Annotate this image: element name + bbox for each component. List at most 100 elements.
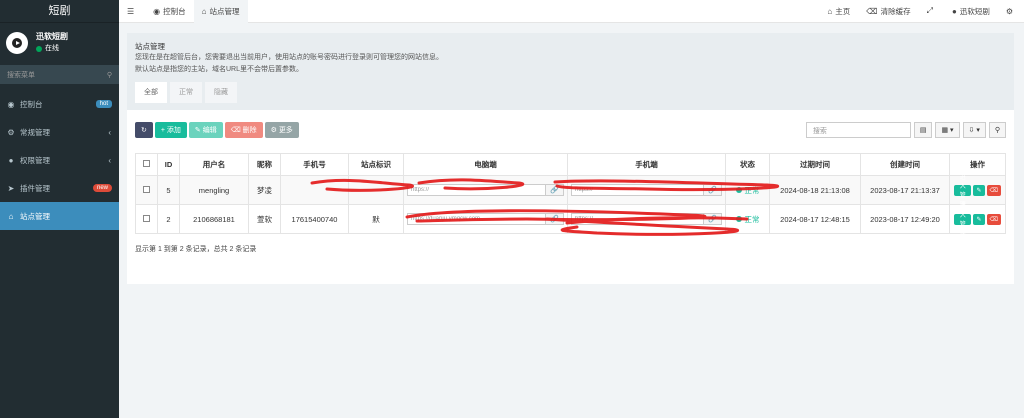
cell-username: mengling bbox=[179, 175, 249, 205]
col-created[interactable]: 创建时间 bbox=[860, 153, 950, 176]
cell-id: 2 bbox=[157, 204, 180, 234]
edit-button[interactable]: ✎ 编辑 bbox=[188, 122, 223, 138]
user-menu[interactable]: ● 迅软短剧 bbox=[944, 0, 998, 23]
delete-row-button[interactable]: ⌫ bbox=[986, 184, 1001, 196]
gear-icon: ⚙ bbox=[1005, 6, 1013, 16]
group-icon: ● bbox=[8, 155, 14, 165]
select-all-checkbox[interactable] bbox=[135, 153, 158, 176]
refresh-button[interactable]: ↻ bbox=[135, 122, 153, 138]
toggle-view-button[interactable]: ▤ bbox=[913, 122, 933, 138]
link-icon[interactable]: 🔗 bbox=[703, 185, 721, 195]
sidebar-item-auth[interactable]: ● 权限管理 ‹ bbox=[0, 146, 119, 174]
hamburger-icon: ☰ bbox=[127, 6, 135, 16]
site-panel: 站点管理 您现在是在超管后台，您需要退出当前用户，使用站点的账号密码进行登录则可… bbox=[127, 33, 1014, 284]
cell-mobile-url: https://🔗 bbox=[567, 204, 726, 234]
checkbox-icon bbox=[143, 160, 150, 167]
col-expire[interactable]: 过期时间 bbox=[769, 153, 861, 176]
content-area: 站点管理 您现在是在超管后台，您需要退出当前用户，使用站点的账号密码进行登录则可… bbox=[119, 23, 1024, 418]
col-nickname[interactable]: 昵称 bbox=[248, 153, 281, 176]
columns-icon: ▦ ▾ bbox=[941, 127, 954, 134]
advanced-search-button[interactable]: ⚲ bbox=[988, 122, 1006, 138]
link-icon[interactable]: 🔗 bbox=[545, 214, 563, 224]
tab-dashboard[interactable]: ◉ 控制台 bbox=[145, 0, 193, 23]
checkbox-icon bbox=[143, 214, 150, 222]
refresh-icon: ↻ bbox=[141, 127, 147, 134]
mobile-url-field[interactable]: https://🔗 bbox=[571, 213, 722, 225]
hot-badge: hot bbox=[95, 100, 112, 108]
expand-icon: ⤢ bbox=[926, 6, 933, 15]
col-phone[interactable]: 手机号 bbox=[280, 153, 349, 176]
cell-pc-url: https://🔗 bbox=[403, 175, 568, 205]
delete-button[interactable]: ⌫ 删除 bbox=[224, 122, 263, 138]
settings-button[interactable]: ⚙ bbox=[998, 0, 1024, 23]
pencil-icon: ✎ bbox=[976, 187, 982, 194]
pencil-icon: ✎ bbox=[976, 216, 982, 223]
panel-description: 您现在是在超管后台，您需要退出当前用户，使用站点的账号密码进行登录则可管理您的网… bbox=[135, 54, 443, 61]
sidebar-search-input[interactable]: 搜索菜单 ⚲ bbox=[0, 65, 119, 84]
dashboard-icon: ◉ bbox=[153, 6, 161, 16]
new-badge: new bbox=[92, 184, 112, 192]
sidebar-item-site[interactable]: ⌂ 站点管理 bbox=[0, 202, 119, 230]
trash-icon: ⌫ bbox=[989, 216, 998, 223]
tab-hidden[interactable]: 隐藏 bbox=[205, 82, 237, 103]
tab-normal[interactable]: 正常 bbox=[170, 82, 202, 103]
table-row[interactable]: 5 mengling 梦凌 https://🔗 https://🔗 正常 202… bbox=[135, 175, 1006, 208]
pencil-icon: ✎ bbox=[194, 127, 203, 134]
add-button[interactable]: + 添加 bbox=[154, 122, 187, 138]
col-status[interactable]: 状态 bbox=[725, 153, 770, 176]
col-sign[interactable]: 站点标识 bbox=[348, 153, 404, 176]
table-row[interactable]: 2 2106868181 萱软 17615400740 默 https://du… bbox=[135, 204, 1006, 237]
tab-site-management[interactable]: ⌂ 站点管理 bbox=[193, 0, 248, 23]
row-checkbox[interactable] bbox=[135, 204, 158, 234]
home-link[interactable]: ⌂ 主页 bbox=[819, 0, 858, 23]
manage-button[interactable]: 进入管理 bbox=[954, 204, 972, 237]
pc-url-field[interactable]: https://duanju.ymqcw.com 🔗 bbox=[407, 213, 564, 225]
checkbox-icon bbox=[143, 185, 150, 193]
cell-expire: 2024-08-17 12:48:15 bbox=[769, 204, 861, 234]
play-icon bbox=[12, 38, 22, 48]
table-search-input[interactable]: 搜索 bbox=[805, 122, 911, 138]
col-id[interactable]: ID bbox=[157, 153, 180, 176]
menu-toggle-button[interactable]: ☰ bbox=[119, 0, 145, 23]
sidebar-item-addon[interactable]: ➤ 插件管理 new bbox=[0, 174, 119, 202]
status-dot-icon bbox=[735, 187, 742, 193]
delete-row-button[interactable]: ⌫ bbox=[986, 213, 1001, 225]
user-panel: 迅软短剧 在线 bbox=[0, 23, 119, 63]
panel-header: 站点管理 您现在是在超管后台，您需要退出当前用户，使用站点的账号密码进行登录则可… bbox=[127, 33, 1014, 110]
manage-button[interactable]: 进入管理 bbox=[954, 175, 972, 208]
tab-all[interactable]: 全部 bbox=[135, 82, 167, 103]
export-button[interactable]: ⇩ ▾ bbox=[962, 122, 986, 138]
user-name: 迅软短剧 bbox=[36, 32, 68, 41]
edit-row-button[interactable]: ✎ bbox=[973, 213, 985, 225]
cell-sign: 默 bbox=[348, 204, 404, 234]
link-icon[interactable]: 🔗 bbox=[545, 185, 563, 195]
link-icon[interactable]: 🔗 bbox=[703, 214, 721, 224]
cell-actions: 进入管理 ✎ ⌫ bbox=[949, 204, 1006, 237]
row-checkbox[interactable] bbox=[135, 175, 158, 205]
home-icon: ⌂ bbox=[827, 6, 833, 16]
cog-icon: ⚙ bbox=[270, 127, 279, 134]
col-mobile[interactable]: 手机端 bbox=[567, 153, 726, 176]
sidebar-item-dashboard[interactable]: ◉ 控制台 hot bbox=[0, 90, 119, 118]
download-icon: ⇩ ▾ bbox=[968, 127, 980, 134]
list-icon: ▤ bbox=[919, 127, 927, 134]
cell-nickname: 梦凌 bbox=[248, 175, 281, 205]
col-username[interactable]: 用户名 bbox=[179, 153, 249, 176]
columns-button[interactable]: ▦ ▾ bbox=[935, 122, 960, 138]
rocket-icon: ➤ bbox=[7, 183, 15, 193]
online-dot-icon bbox=[36, 46, 42, 52]
pc-url-field[interactable]: https://🔗 bbox=[407, 184, 564, 196]
edit-row-button[interactable]: ✎ bbox=[973, 184, 985, 196]
sidebar-item-general[interactable]: ⚙ 常规管理 ‹ bbox=[0, 118, 119, 146]
fullscreen-button[interactable]: ⤢ bbox=[919, 0, 944, 23]
clear-cache-button[interactable]: ⌫ 清除缓存 bbox=[858, 0, 918, 23]
mobile-url-field[interactable]: https://🔗 bbox=[571, 184, 722, 196]
trash-icon: ⌫ bbox=[230, 127, 243, 134]
panel-description-2: 默认站点是指您的主站，域名URL里不会带后置参数。 bbox=[135, 66, 304, 73]
avatar bbox=[6, 32, 28, 54]
logo[interactable]: 短剧 bbox=[0, 0, 119, 23]
sidebar: 短剧 迅软短剧 在线 搜索菜单 ⚲ ◉ 控制台 hot ⚙ 常规管理 ‹ ● 权… bbox=[0, 0, 119, 418]
filter-tabs: 全部 正常 隐藏 bbox=[135, 82, 1006, 103]
col-pc[interactable]: 电脑端 bbox=[403, 153, 568, 176]
more-button[interactable]: ⚙ 更多 bbox=[264, 122, 299, 138]
